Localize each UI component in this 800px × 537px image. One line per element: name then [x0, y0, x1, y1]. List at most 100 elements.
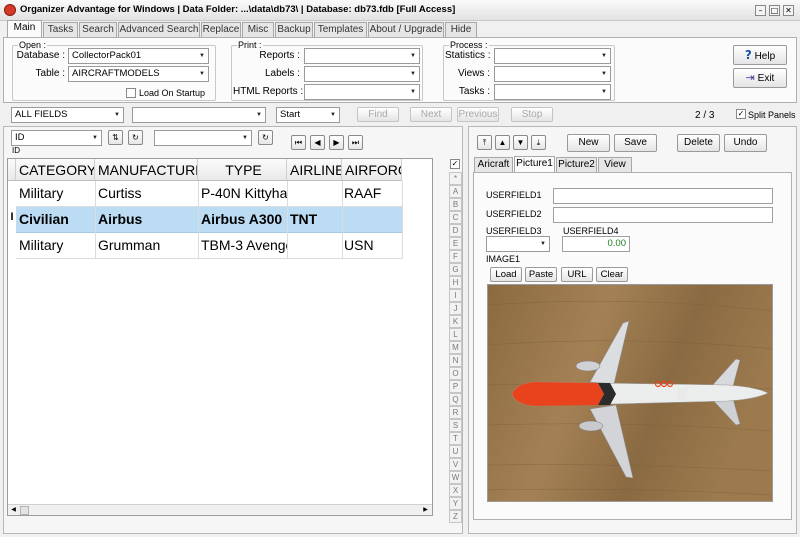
alphabet-letter-j[interactable]: J [449, 302, 462, 315]
first-record-icon[interactable]: ⏮ [291, 135, 306, 150]
tab-search[interactable]: Search [79, 22, 117, 38]
statistics-select[interactable]: ▼ [494, 48, 611, 64]
alphabet-letter-m[interactable]: M [449, 341, 462, 354]
alphabet-letter-p[interactable]: P [449, 380, 462, 393]
find-button[interactable]: Find [357, 107, 399, 122]
column-header-airline[interactable]: AIRLINE [287, 159, 342, 181]
filter-select[interactable]: ▼ [154, 130, 252, 146]
alphabet-letter-v[interactable]: V [449, 458, 462, 471]
move-first-icon[interactable]: ⤒ [477, 135, 492, 150]
tab-templates[interactable]: Templates [314, 22, 367, 38]
alphabet-letter-a[interactable]: A [449, 185, 462, 198]
exit-button[interactable]: ⇥ Exit [733, 68, 787, 88]
close-icon[interactable]: ✕ [783, 5, 794, 16]
sort-order-icon[interactable]: ⇅ [108, 130, 123, 145]
horizontal-scrollbar[interactable]: ◀ ▶ [8, 504, 432, 515]
search-field-select[interactable]: ALL FIELDS ▼ [11, 107, 124, 123]
load-image-button[interactable]: Load [490, 267, 522, 282]
tab-tasks[interactable]: Tasks [43, 22, 78, 38]
alphabet-letter-r[interactable]: R [449, 406, 462, 419]
alphabet-filter-checkbox[interactable]: ✓ [450, 159, 460, 169]
prev-record-icon[interactable]: ◀ [310, 135, 325, 150]
tab-about-upgrade[interactable]: About / Upgrade [368, 22, 444, 38]
previous-button[interactable]: Previous [457, 107, 499, 122]
alphabet-letter-s[interactable]: S [449, 419, 462, 432]
move-last-icon[interactable]: ⤓ [531, 135, 546, 150]
userfield2-input[interactable] [553, 207, 773, 223]
refresh-filter-icon[interactable]: ↻ [258, 130, 273, 145]
alphabet-letter-g[interactable]: G [449, 263, 462, 276]
tasks-select[interactable]: ▼ [494, 84, 611, 100]
alphabet-letter-u[interactable]: U [449, 445, 462, 458]
scrollbar-thumb[interactable] [20, 506, 29, 515]
table-select[interactable]: AIRCRAFTMODELS ▼ [68, 66, 209, 82]
next-record-icon[interactable]: ▶ [329, 135, 344, 150]
alphabet-letter-e[interactable]: E [449, 237, 462, 250]
alphabet-letter-k[interactable]: K [449, 315, 462, 328]
minimize-icon[interactable]: – [755, 5, 766, 16]
alphabet-letter-l[interactable]: L [449, 328, 462, 341]
labels-select[interactable]: ▼ [304, 66, 420, 82]
alphabet-letter-h[interactable]: H [449, 276, 462, 289]
move-up-icon[interactable]: ▲ [495, 135, 510, 150]
database-select[interactable]: CollectorPack01 ▼ [68, 48, 209, 64]
undo-button[interactable]: Undo [724, 134, 767, 152]
tab-misc[interactable]: Misc [242, 22, 274, 38]
paste-image-button[interactable]: Paste [525, 267, 557, 282]
scroll-left-icon[interactable]: ◀ [9, 506, 18, 515]
alphabet-letter-i[interactable]: I [449, 289, 462, 302]
tab-view[interactable]: View [598, 157, 632, 173]
new-button[interactable]: New [567, 134, 610, 152]
alphabet-letter-t[interactable]: T [449, 432, 462, 445]
save-button[interactable]: Save [614, 134, 657, 152]
html-reports-select[interactable]: ▼ [304, 84, 420, 100]
refresh-icon[interactable]: ↻ [128, 130, 143, 145]
search-mode-select[interactable]: Start ▼ [276, 107, 340, 123]
tab-aircraft[interactable]: Aricraft [474, 157, 513, 173]
clear-image-button[interactable]: Clear [596, 267, 628, 282]
alphabet-letter-d[interactable]: D [449, 224, 462, 237]
process-group-label: Process : [449, 40, 489, 50]
column-header-manufacturer[interactable]: MANUFACTURER [95, 159, 198, 181]
alphabet-letter-x[interactable]: X [449, 484, 462, 497]
next-button[interactable]: Next [410, 107, 452, 122]
alphabet-letter-f[interactable]: F [449, 250, 462, 263]
tab-picture2[interactable]: Picture2 [556, 157, 597, 173]
alphabet-letter-y[interactable]: Y [449, 497, 462, 510]
userfield3-select[interactable]: ▼ [486, 236, 550, 252]
tab-hide[interactable]: Hide [445, 22, 477, 38]
alphabet-letter-n[interactable]: N [449, 354, 462, 367]
userfield1-input[interactable] [553, 188, 773, 204]
reports-select[interactable]: ▼ [304, 48, 420, 64]
load-on-startup-checkbox[interactable] [126, 88, 136, 98]
column-header-category[interactable]: CATEGORY [16, 159, 95, 181]
url-image-button[interactable]: URL [561, 267, 593, 282]
statistics-label: Statistics : [445, 50, 491, 61]
userfield4-input[interactable]: 0.00 [562, 236, 630, 252]
tab-replace[interactable]: Replace [201, 22, 241, 38]
tab-advanced-search[interactable]: Advanced Search [118, 22, 200, 38]
split-panels-checkbox[interactable]: ✓ [736, 109, 746, 119]
column-header-type[interactable]: TYPE [198, 159, 287, 181]
alphabet-letter-z[interactable]: Z [449, 510, 462, 523]
search-field-value: ALL FIELDS [15, 109, 68, 120]
last-record-icon[interactable]: ⏭ [348, 135, 363, 150]
alphabet-letter-c[interactable]: C [449, 211, 462, 224]
maximize-icon[interactable]: □ [769, 5, 780, 16]
sort-field-select[interactable]: ID ▼ [11, 130, 102, 146]
help-button[interactable]: ? Help [733, 45, 787, 65]
search-input[interactable]: ▼ [132, 107, 266, 123]
delete-button[interactable]: Delete [677, 134, 720, 152]
tab-backup[interactable]: Backup [275, 22, 313, 38]
tab-picture1[interactable]: Picture1 [514, 156, 555, 173]
alphabet-letter-all[interactable]: * [449, 172, 462, 185]
alphabet-letter-o[interactable]: O [449, 367, 462, 380]
views-select[interactable]: ▼ [494, 66, 611, 82]
stop-button[interactable]: Stop [511, 107, 553, 122]
scroll-right-icon[interactable]: ▶ [421, 506, 430, 515]
alphabet-letter-w[interactable]: W [449, 471, 462, 484]
alphabet-letter-b[interactable]: B [449, 198, 462, 211]
column-header-airforce[interactable]: AIRFORCE [342, 159, 402, 181]
move-down-icon[interactable]: ▼ [513, 135, 528, 150]
alphabet-letter-q[interactable]: Q [449, 393, 462, 406]
